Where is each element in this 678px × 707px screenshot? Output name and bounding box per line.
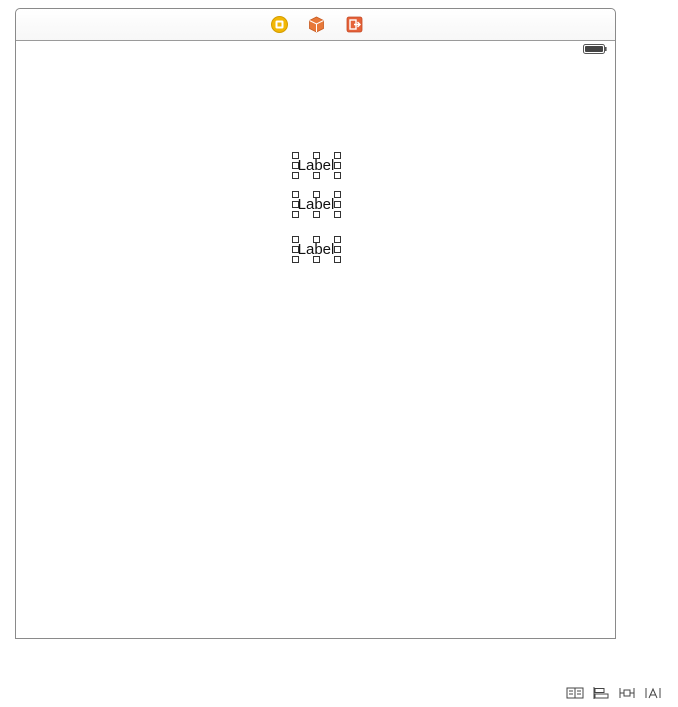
align-icon[interactable] (592, 686, 610, 700)
resize-handle[interactable] (313, 211, 320, 218)
pin-icon[interactable] (618, 686, 636, 700)
view-controller-icon[interactable] (271, 16, 288, 33)
resize-handle[interactable] (292, 246, 299, 253)
resize-handle[interactable] (313, 256, 320, 263)
status-bar (16, 41, 615, 61)
resize-handle[interactable] (334, 201, 341, 208)
resize-handle[interactable] (292, 236, 299, 243)
view-controller-scene[interactable] (15, 8, 616, 639)
resize-handle[interactable] (292, 191, 299, 198)
resize-handle[interactable] (313, 172, 320, 179)
resize-handle[interactable] (334, 152, 341, 159)
resize-handle[interactable] (334, 236, 341, 243)
scene-dock (16, 9, 615, 41)
label-1[interactable]: Label (292, 152, 341, 179)
resize-handle[interactable] (313, 191, 320, 198)
resize-handle[interactable] (292, 211, 299, 218)
autolayout-toolbar (562, 686, 672, 702)
resolve-issues-icon[interactable] (644, 686, 662, 700)
resize-handle[interactable] (292, 152, 299, 159)
label-3[interactable]: Label (292, 236, 341, 263)
resize-handle[interactable] (292, 172, 299, 179)
resize-handle[interactable] (292, 256, 299, 263)
resize-handle[interactable] (334, 172, 341, 179)
exit-icon[interactable] (346, 16, 363, 33)
first-responder-icon[interactable] (308, 16, 325, 33)
resize-handle[interactable] (292, 201, 299, 208)
battery-icon (583, 44, 607, 54)
resize-handle[interactable] (334, 191, 341, 198)
resize-handle[interactable] (334, 162, 341, 169)
label-2[interactable]: Label (292, 191, 341, 218)
resize-handle[interactable] (313, 152, 320, 159)
resize-handle[interactable] (313, 236, 320, 243)
stack-icon[interactable] (566, 686, 584, 700)
resize-handle[interactable] (334, 211, 341, 218)
resize-handle[interactable] (334, 256, 341, 263)
resize-handle[interactable] (334, 246, 341, 253)
resize-handle[interactable] (292, 162, 299, 169)
